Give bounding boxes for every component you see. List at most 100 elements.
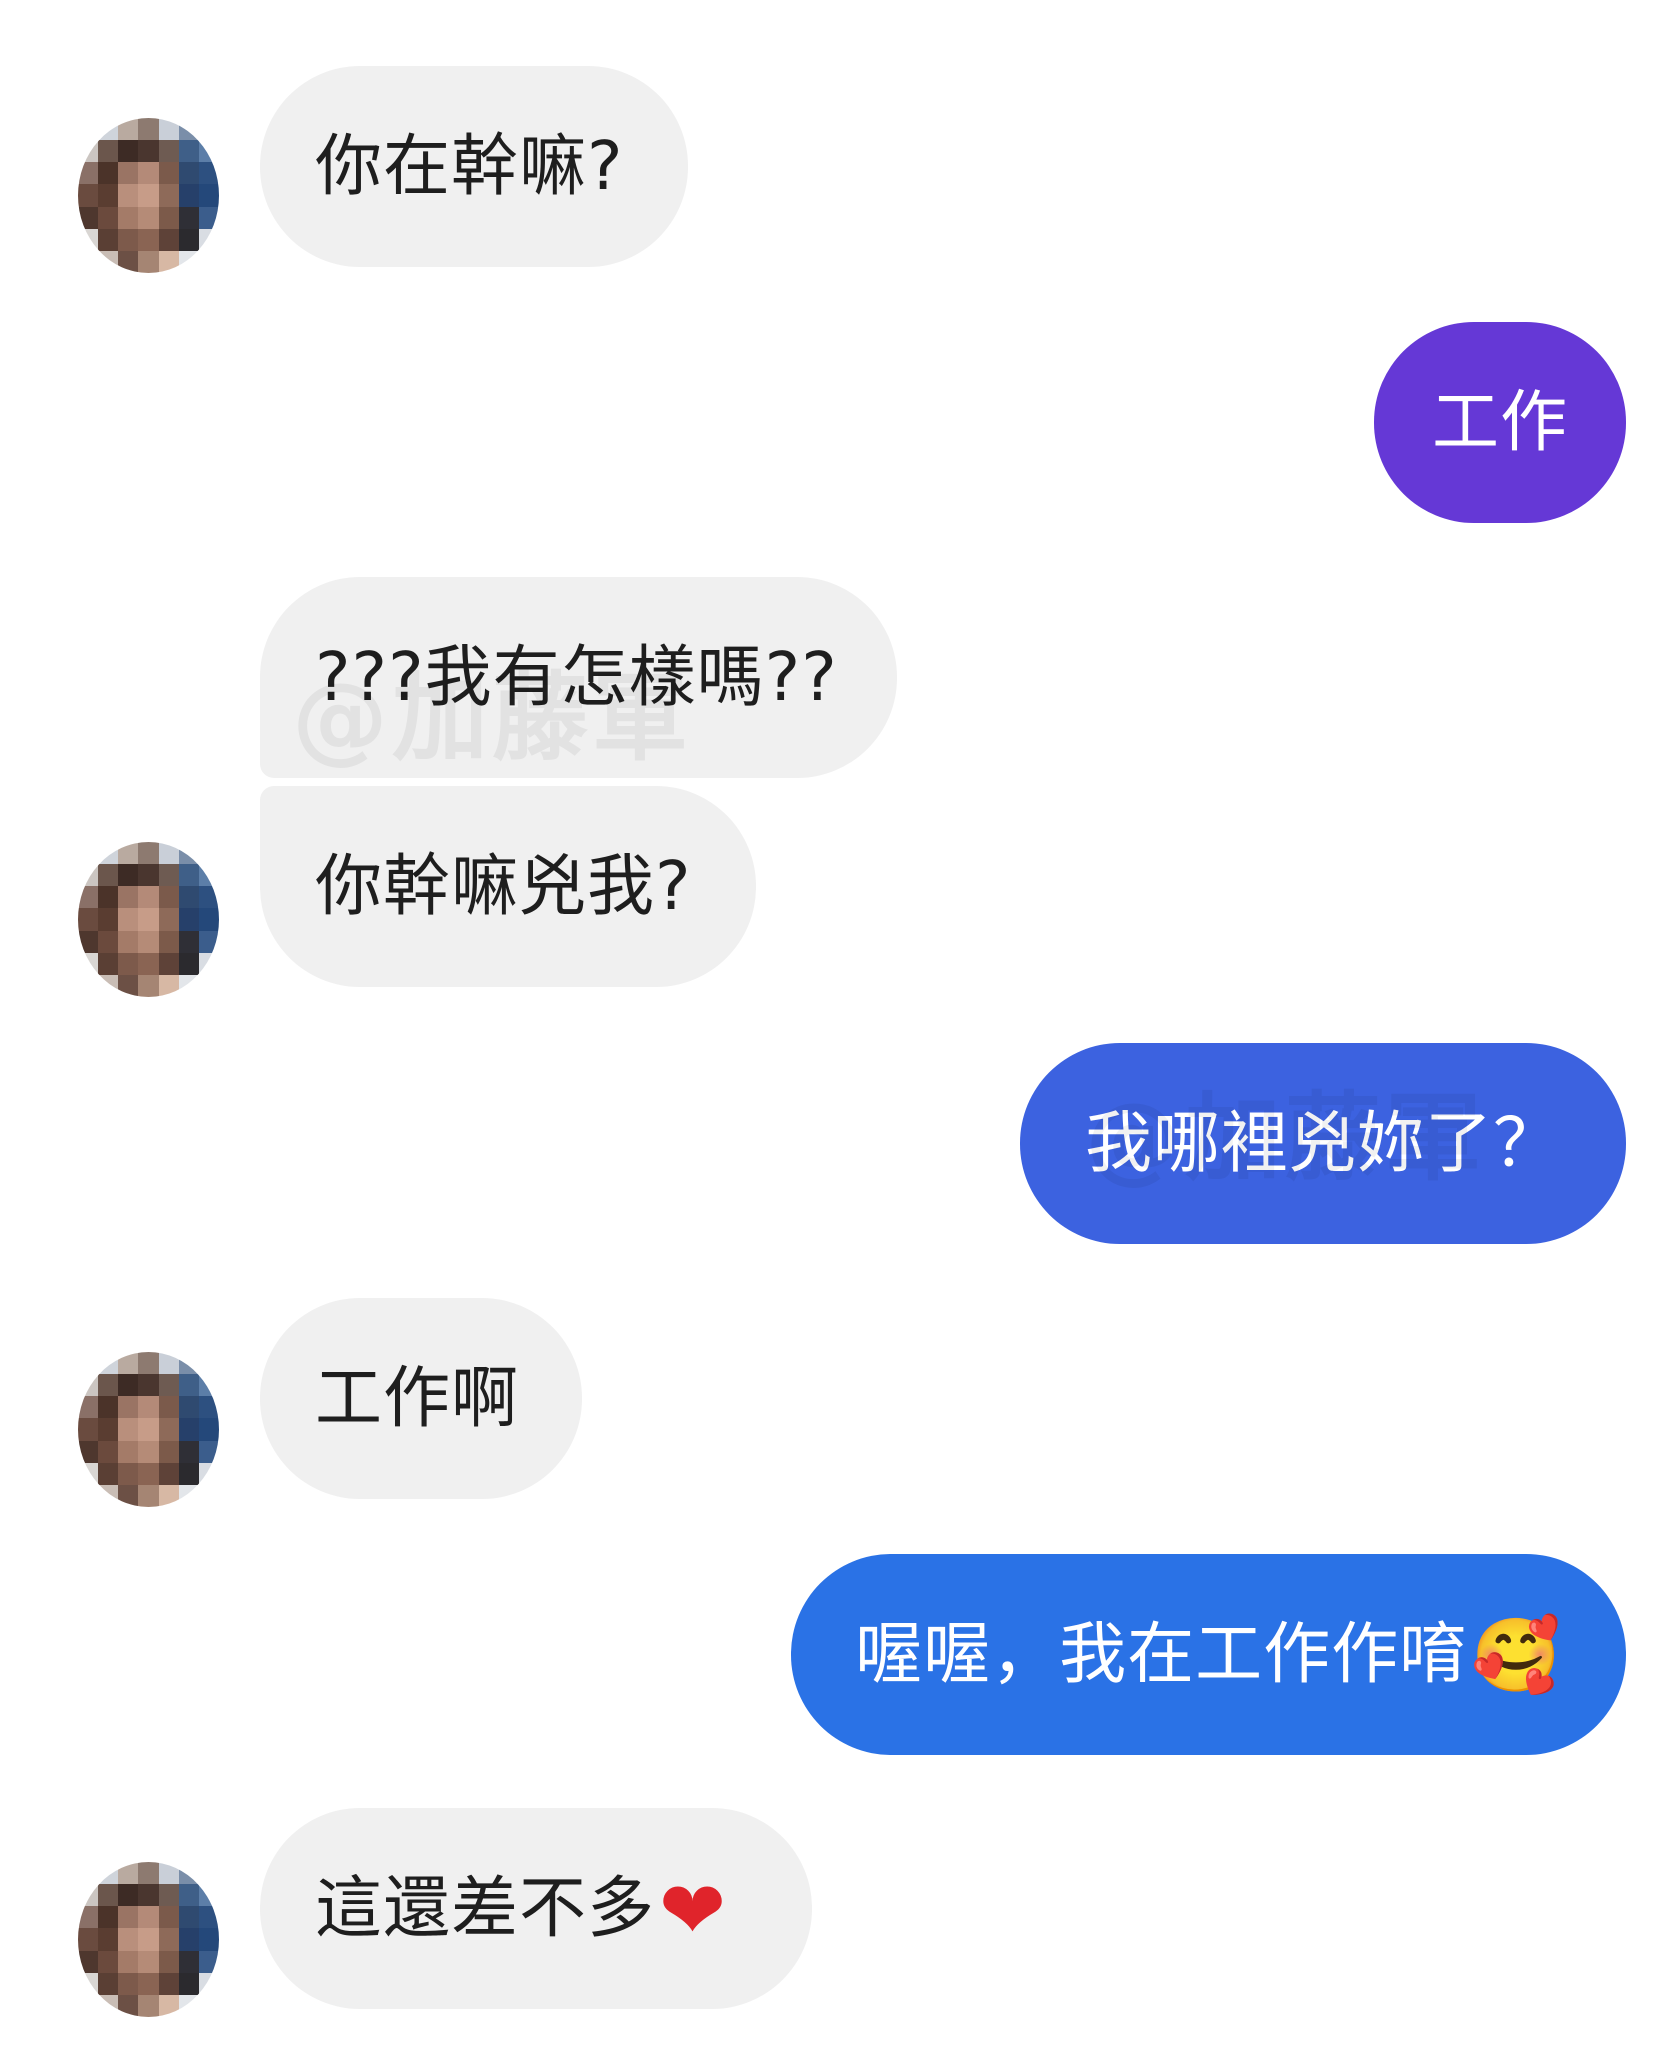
avatar-pixel [198,184,219,207]
avatar-pixel [158,1418,179,1441]
avatar-pixel [158,1440,179,1463]
avatar-pixel [118,842,139,865]
avatar-pixel [198,1484,219,1507]
avatar-pixel [198,1884,219,1907]
avatar-pixel [138,1950,159,1973]
avatar-pixel [78,118,99,141]
contact-avatar[interactable] [78,118,219,273]
avatar-pixel [138,1418,159,1441]
message-text: 你幹嘛兇我? [315,847,692,925]
avatar-pixel [138,162,159,185]
avatar-pixel [98,886,119,909]
avatar-pixel [198,1906,219,1929]
avatar-pixel [78,140,99,163]
avatar-pixel [138,1352,159,1375]
avatar-pixel [98,250,119,273]
avatar-pixel [198,1440,219,1463]
avatar-pixel [118,1972,139,1995]
avatar-pixel [158,250,179,273]
avatar-pixel [178,952,199,975]
avatar-pixel [78,842,99,865]
avatar-pixel [98,842,119,865]
avatar-pixel [118,140,139,163]
avatar-pixel [198,1374,219,1397]
avatar-pixel [178,228,199,251]
avatar-pixel [138,250,159,273]
outgoing-message[interactable]: 我哪裡兇妳了？ [1020,1043,1626,1244]
avatar-pixel [78,1396,99,1419]
avatar-pixel [178,842,199,865]
avatar-pixel [78,162,99,185]
avatar-pixel [178,908,199,931]
contact-avatar[interactable] [78,1862,219,2017]
avatar-pixel [138,974,159,997]
message-text: 工作 [1432,383,1568,461]
avatar-pixel [198,162,219,185]
avatar-pixel [98,162,119,185]
incoming-message[interactable]: 你幹嘛兇我? [260,786,756,987]
avatar-pixel [118,118,139,141]
avatar-pixel [138,228,159,251]
avatar-pixel [198,1972,219,1995]
message-text: 我哪裡兇妳了？ [1085,1104,1561,1182]
avatar-pixel [78,206,99,229]
avatar-pixel [98,908,119,931]
avatar-pixel [178,1906,199,1929]
avatar-pixel [98,1352,119,1375]
avatar-pixel [118,1484,139,1507]
avatar-pixel [198,842,219,865]
contact-avatar[interactable] [78,842,219,997]
avatar-pixel [118,864,139,887]
avatar-pixel [118,1928,139,1951]
avatar-pixel [178,1928,199,1951]
avatar-pixel [158,952,179,975]
avatar-pixel [198,1418,219,1441]
avatar-pixel [138,1884,159,1907]
contact-avatar[interactable] [78,1352,219,1507]
avatar-pixel [138,1906,159,1929]
avatar-pixel [78,1972,99,1995]
avatar-pixel [118,1440,139,1463]
outgoing-message[interactable]: 工作 [1374,322,1626,523]
avatar-pixel [158,1928,179,1951]
avatar-pixel [138,1862,159,1885]
avatar-pixel [138,184,159,207]
avatar-pixel [118,1374,139,1397]
avatar-pixel [138,1994,159,2017]
avatar-pixel [78,184,99,207]
avatar-pixel [98,1396,119,1419]
avatar-pixel [138,952,159,975]
avatar-pixel [118,930,139,953]
avatar-pixel [178,184,199,207]
incoming-message[interactable]: 你在幹嘛? [260,66,688,267]
avatar-pixel [138,886,159,909]
avatar-pixel [98,1928,119,1951]
avatar-pixel [138,1972,159,1995]
incoming-message[interactable]: ???我有怎樣嗎?? [260,577,897,778]
avatar-pixel [98,1484,119,1507]
incoming-message[interactable]: 這還差不多 ❤ [260,1808,812,2009]
avatar-pixel [198,1994,219,2017]
avatar-pixel [98,952,119,975]
incoming-message[interactable]: 工作啊 [260,1298,582,1499]
avatar-pixel [78,1906,99,1929]
avatar-pixel [98,1440,119,1463]
avatar-pixel [138,930,159,953]
avatar-pixel [98,1884,119,1907]
avatar-pixel [118,974,139,997]
avatar-pixel [78,930,99,953]
outgoing-message[interactable]: 喔喔，我在工作作唷 🥰 [791,1554,1626,1755]
avatar-pixel [198,228,219,251]
avatar-pixel [158,1972,179,1995]
avatar-pixel [178,1484,199,1507]
message-text: 這還差不多 [315,1869,655,1947]
avatar-pixel [198,118,219,141]
avatar-pixel [158,1396,179,1419]
chat-thread: 你在幹嘛? 工作 ???我有怎樣嗎?? 你幹嘛兇我? 我哪裡兇妳了？ 工作啊 喔… [0,0,1668,2048]
message-text: 喔喔，我在工作作唷 [855,1615,1468,1693]
avatar-pixel [178,118,199,141]
avatar-pixel [98,864,119,887]
avatar-pixel [178,1396,199,1419]
avatar-pixel [158,1374,179,1397]
avatar-pixel [78,250,99,273]
